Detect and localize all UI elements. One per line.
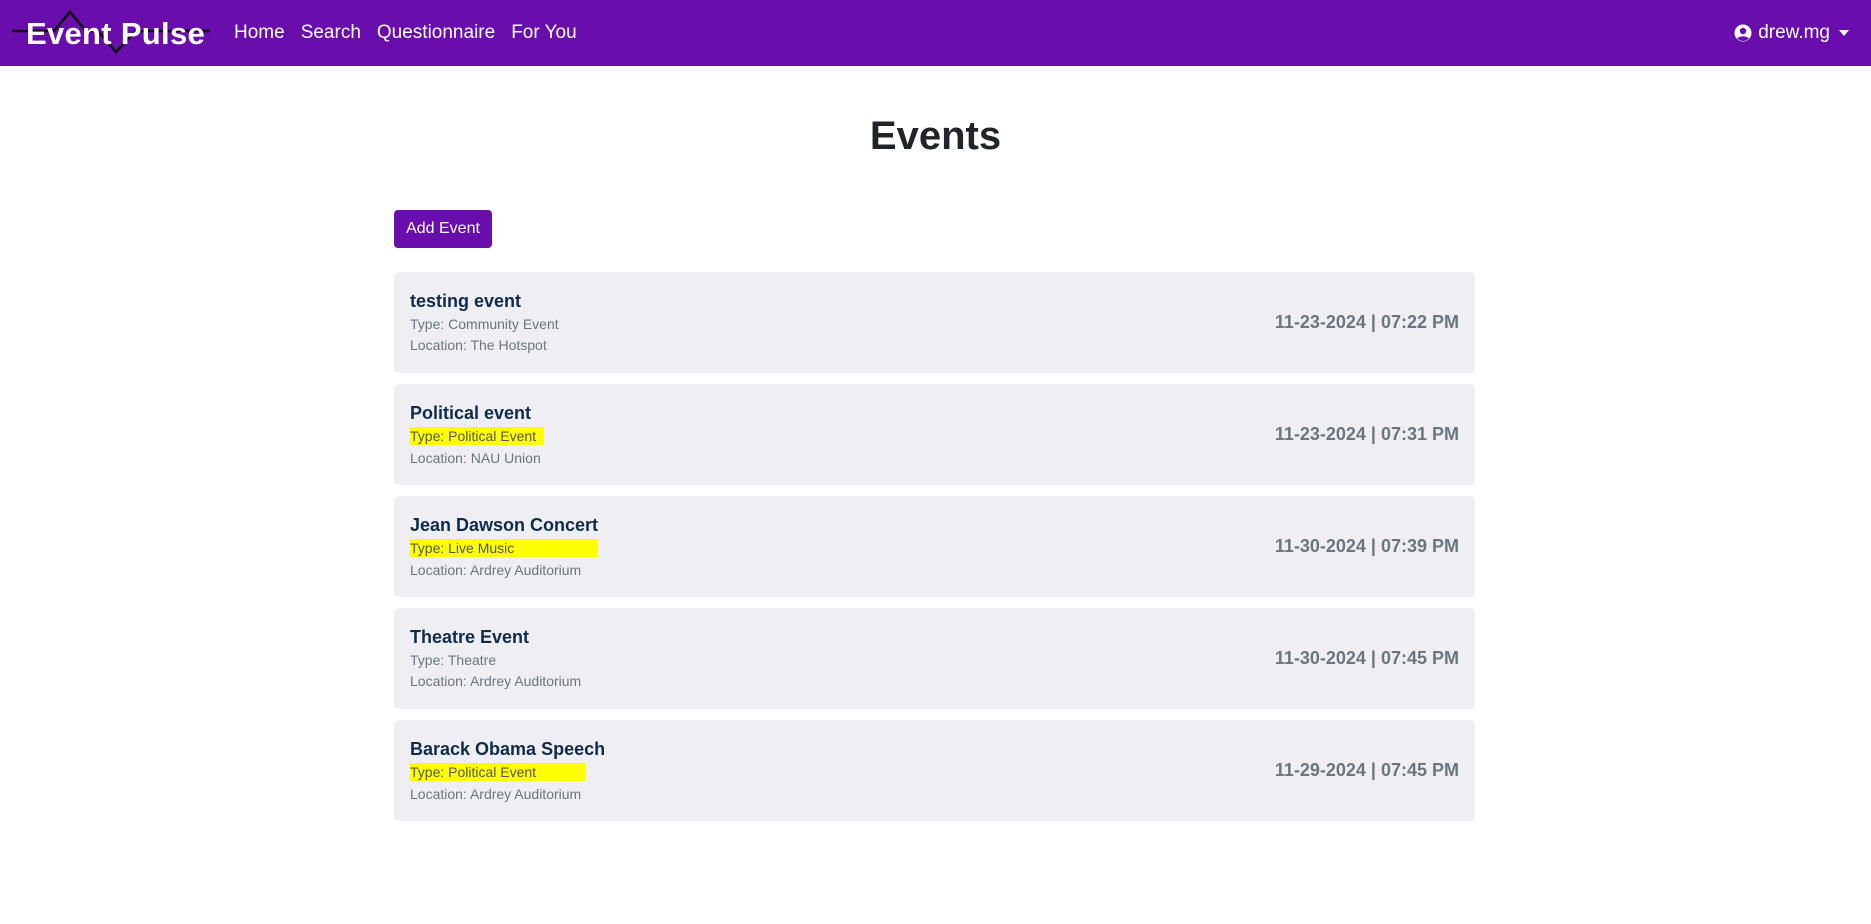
event-info: Barack Obama Speech Type: Political Even… <box>410 738 605 803</box>
brand-logo-link[interactable]: Event Pulse <box>12 0 210 66</box>
event-location: Location: Ardrey Auditorium <box>410 786 582 802</box>
event-card[interactable]: Jean Dawson Concert Type: Live Music Loc… <box>394 496 1475 597</box>
event-card[interactable]: testing event Type: Community Event Loca… <box>394 272 1475 373</box>
event-type: Type: Live Music <box>410 539 599 557</box>
event-name: Political event <box>410 403 532 423</box>
event-info: testing event Type: Community Event Loca… <box>410 290 559 354</box>
nav-link-for-you[interactable]: For You <box>511 22 577 44</box>
event-info: Jean Dawson Concert Type: Live Music Loc… <box>410 514 599 579</box>
add-event-button[interactable]: Add Event <box>394 210 492 248</box>
event-card[interactable]: Barack Obama Speech Type: Political Even… <box>394 720 1475 821</box>
caret-down-icon <box>1839 30 1849 36</box>
event-datetime: 11-30-2024 | 07:39 PM <box>1274 536 1459 556</box>
event-datetime: 11-30-2024 | 07:45 PM <box>1274 648 1459 668</box>
event-location: Location: Ardrey Auditorium <box>410 562 582 578</box>
event-list: testing event Type: Community Event Loca… <box>394 272 1475 832</box>
top-navbar: Event Pulse Home Search Questionnaire Fo… <box>0 0 1871 66</box>
event-info: Political event Type: Political Event Lo… <box>410 402 545 467</box>
nav-link-home[interactable]: Home <box>234 22 285 44</box>
nav-link-search[interactable]: Search <box>301 22 361 44</box>
event-name: Barack Obama Speech <box>410 739 606 759</box>
event-type: Type: Political Event <box>410 763 587 781</box>
event-card[interactable]: Political event Type: Political Event Lo… <box>394 384 1475 485</box>
page-title: Events <box>869 114 1002 158</box>
event-info: Theatre Event Type: Theatre Location: Ar… <box>410 626 581 690</box>
nav-links: Home Search Questionnaire For You <box>234 0 593 66</box>
event-datetime: 11-23-2024 | 07:22 PM <box>1274 312 1459 332</box>
user-circle-icon <box>1734 24 1752 42</box>
event-type: Type: Community Event <box>410 316 559 332</box>
event-location: Location: NAU Union <box>410 450 541 466</box>
event-type: Type: Theatre <box>410 652 497 668</box>
event-type: Type: Political Event <box>410 427 545 445</box>
event-datetime: 11-29-2024 | 07:45 PM <box>1274 760 1459 780</box>
event-card[interactable]: Theatre Event Type: Theatre Location: Ar… <box>394 608 1475 709</box>
event-name: Jean Dawson Concert <box>410 515 599 535</box>
user-menu-toggle[interactable]: drew.mg <box>1734 0 1849 66</box>
username-label: drew.mg <box>1758 22 1830 43</box>
event-name: Theatre Event <box>410 627 530 647</box>
brand-name: Event Pulse <box>26 15 206 51</box>
event-datetime: 11-23-2024 | 07:31 PM <box>1274 424 1459 444</box>
event-location: Location: Ardrey Auditorium <box>410 673 582 689</box>
event-location: Location: The Hotspot <box>410 337 547 353</box>
event-name: testing event <box>410 291 522 311</box>
nav-link-questionnaire[interactable]: Questionnaire <box>377 22 495 44</box>
